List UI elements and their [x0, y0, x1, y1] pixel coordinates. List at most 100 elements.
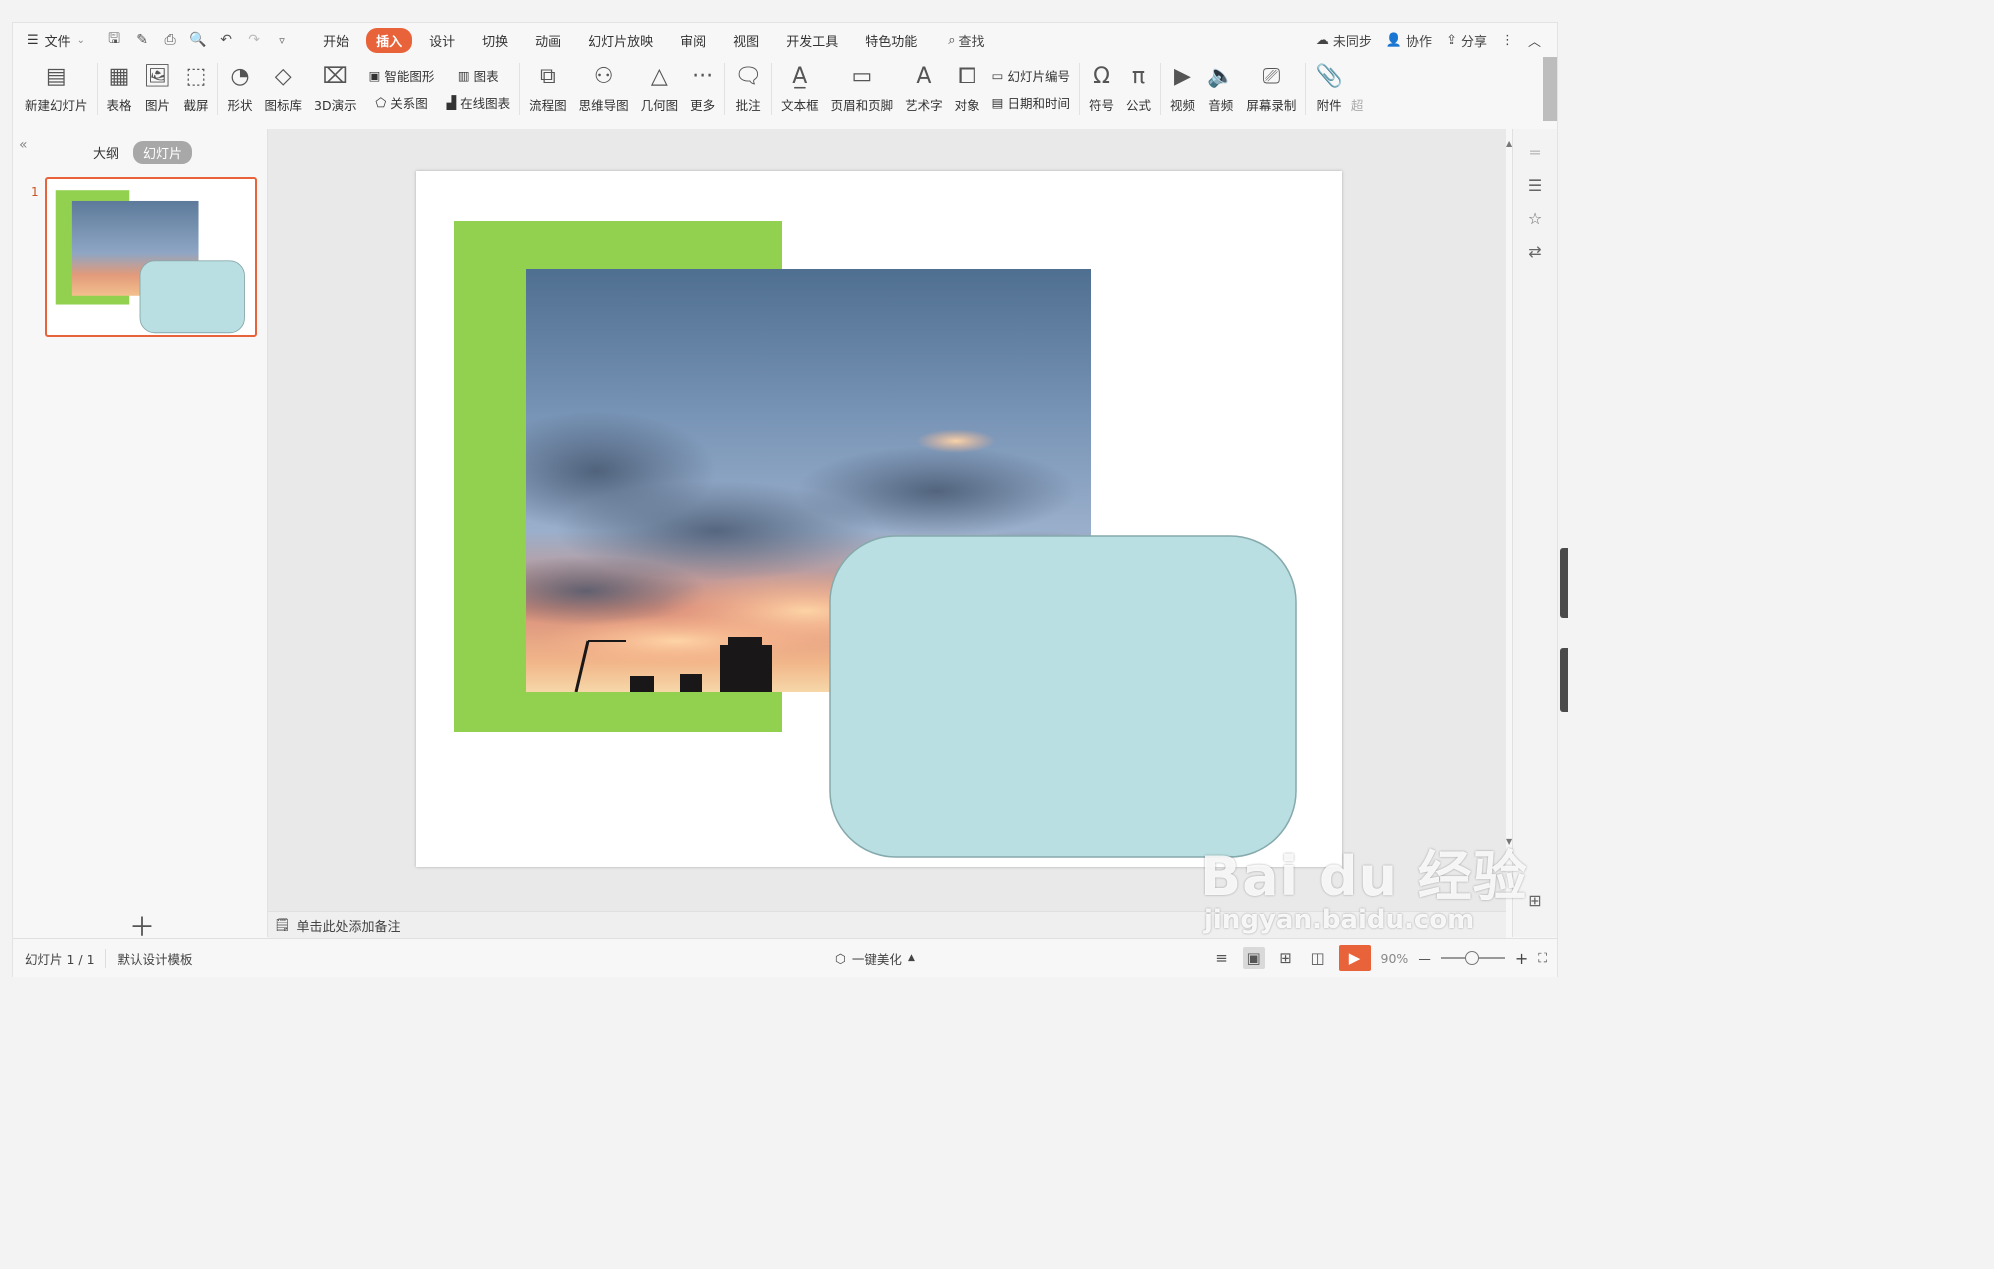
speaker-icon: 🔈: [1207, 63, 1235, 89]
collapse-panel-icon[interactable]: «: [19, 137, 28, 153]
tab-transitions[interactable]: 切换: [472, 28, 518, 53]
smart-shape-button[interactable]: ▣ 智能图形: [369, 66, 435, 85]
chart-button[interactable]: ▥ 图表: [458, 66, 499, 85]
slide-thumbnail[interactable]: [45, 177, 257, 337]
zoom-out-icon[interactable]: —: [1418, 951, 1431, 966]
save-icon[interactable]: 🖫: [103, 28, 125, 52]
picture-button[interactable]: 🖼 图片: [138, 57, 178, 121]
video-button[interactable]: ▶ 视频: [1164, 57, 1201, 121]
slide-number-button[interactable]: ▭ 幻灯片编号: [992, 66, 1070, 85]
header-footer-button[interactable]: ▭ 页眉和页脚: [825, 57, 900, 121]
zoom-in-icon[interactable]: +: [1515, 949, 1528, 968]
picture-label: 图片: [144, 98, 170, 113]
tab-slideshow[interactable]: 幻灯片放映: [578, 28, 663, 53]
share-button[interactable]: ⇪ 分享: [1446, 31, 1487, 50]
print-icon[interactable]: ⎙: [159, 32, 181, 48]
online-chart-icon: ▟: [446, 95, 457, 110]
header-footer-label: 页眉和页脚: [830, 98, 894, 113]
notes-icon: 🗒: [274, 917, 291, 933]
shape-button[interactable]: ◔ 形状: [221, 57, 258, 121]
play-slideshow-button[interactable]: ▶: [1338, 945, 1371, 971]
tab-animations[interactable]: 动画: [525, 28, 571, 53]
collaborate-button[interactable]: 👤 协作: [1386, 31, 1432, 50]
customize-toolbar-icon[interactable]: ▿: [271, 34, 293, 47]
tab-slides[interactable]: 幻灯片: [133, 141, 193, 164]
reading-view-icon[interactable]: ◫: [1307, 947, 1329, 969]
tab-view[interactable]: 视图: [723, 28, 769, 53]
ribbon-divider: [724, 63, 726, 115]
zoom-level[interactable]: 90%: [1381, 951, 1409, 966]
3d-demo-button[interactable]: ⌧ 3D演示: [308, 57, 363, 121]
header-footer-icon: ▭: [851, 63, 873, 89]
flowchart-button[interactable]: ⧉ 流程图: [523, 57, 573, 121]
undo-icon[interactable]: ↶: [215, 32, 237, 48]
tab-design[interactable]: 设计: [419, 28, 465, 53]
notes-placeholder: 单击此处添加备注: [296, 919, 401, 935]
screen-record-button[interactable]: ⎚ 屏幕录制: [1240, 57, 1302, 121]
table-button[interactable]: ▦ 表格: [101, 57, 138, 121]
tab-insert[interactable]: 插入: [366, 27, 413, 53]
print-preview-icon[interactable]: 🔍: [187, 32, 209, 48]
symbol-button[interactable]: Ω 符号: [1083, 57, 1120, 121]
overflow-button[interactable]: 超: [1349, 57, 1366, 121]
sync-label: 未同步: [1332, 34, 1372, 50]
search-button[interactable]: ⌕ 查找: [948, 31, 984, 50]
more-options-icon[interactable]: ⋮: [1501, 33, 1514, 48]
tab-special-features[interactable]: 特色功能: [855, 28, 927, 53]
status-bar-right: ≡ ▣ ⊞ ◫ ▶ 90% — + ⛶: [1211, 939, 1547, 977]
search-label: 查找: [958, 34, 985, 50]
new-slide-button[interactable]: ▤ 新建幻灯片: [19, 57, 94, 121]
formula-button[interactable]: π 公式: [1120, 57, 1157, 121]
star-icon[interactable]: ☆: [1513, 209, 1557, 228]
screenshot-button[interactable]: ⬚ 截屏: [177, 57, 214, 121]
menu-bar-right: ☁ 未同步 👤 协作 ⇪ 分享 ⋮ ︿: [1316, 23, 1541, 57]
online-chart-label: 在线图表: [460, 96, 511, 111]
slide-1[interactable]: [416, 171, 1342, 867]
settings-sliders-icon[interactable]: ☰: [1513, 176, 1557, 195]
fit-window-icon[interactable]: ⛶: [1538, 950, 1547, 966]
redo-icon[interactable]: ↷: [243, 32, 265, 48]
ribbon-scroll-right[interactable]: [1543, 57, 1557, 121]
slide-sorter-icon[interactable]: ⊞: [1275, 947, 1297, 969]
notes-toggle-icon[interactable]: ≡: [1211, 947, 1233, 969]
attachment-button[interactable]: 📎 附件: [1309, 57, 1348, 121]
tab-developer[interactable]: 开发工具: [776, 28, 848, 53]
file-menu[interactable]: ☰ 文件 ⌄: [27, 31, 85, 50]
ribbon-divider: [771, 63, 773, 115]
tab-home[interactable]: 开始: [313, 28, 359, 53]
shape-label: 形状: [227, 98, 253, 113]
editing-canvas: [268, 129, 1506, 911]
design-template[interactable]: 默认设计模板: [118, 949, 193, 968]
format-painter-icon[interactable]: ✎: [131, 32, 153, 48]
normal-view-icon[interactable]: ▣: [1242, 947, 1265, 969]
tab-review[interactable]: 审阅: [670, 28, 716, 53]
3d-presentation-icon: ⌧: [322, 63, 348, 89]
right-sidebar: ═ ☰ ☆ ⇄ ⊞: [1512, 129, 1557, 937]
tab-outline[interactable]: 大纲: [93, 143, 119, 162]
datetime-button[interactable]: ▤ 日期和时间: [992, 93, 1070, 112]
more-button[interactable]: ··· 更多: [684, 57, 721, 121]
icon-library-button[interactable]: ◇ 图标库: [259, 57, 309, 121]
audio-button[interactable]: 🔈 音频: [1201, 57, 1240, 121]
online-chart-button[interactable]: ▟ 在线图表: [446, 93, 510, 112]
relation-chart-button[interactable]: ⬠ 关系图: [375, 93, 427, 112]
textbox-button[interactable]: A̲ 文本框: [775, 57, 825, 121]
symbol-label: 符号: [1088, 98, 1114, 113]
rounded-rectangle-shape[interactable]: [829, 535, 1297, 858]
comment-button[interactable]: 🗨 批注: [728, 57, 768, 121]
geometry-button[interactable]: △ 几何图: [635, 57, 685, 121]
collapse-ribbon-icon[interactable]: ︿: [1528, 31, 1541, 50]
zoom-slider[interactable]: [1440, 951, 1505, 965]
share-label: 分享: [1460, 34, 1487, 50]
beautify-button[interactable]: ⬡ 一键美化 ▲: [835, 939, 915, 977]
sync-button[interactable]: ☁ 未同步: [1316, 31, 1372, 50]
flowchart-label: 流程图: [529, 98, 567, 113]
edge-handle: [1560, 548, 1568, 618]
object-button[interactable]: ⧠ 对象: [949, 57, 986, 121]
omega-icon: Ω: [1093, 63, 1110, 89]
hamburger-icon: ☰: [27, 32, 39, 48]
table-label: 表格: [106, 98, 132, 113]
wordart-button[interactable]: A 艺术字: [899, 57, 949, 121]
transfer-icon[interactable]: ⇄: [1513, 242, 1557, 261]
mindmap-button[interactable]: ⚇ 思维导图: [573, 57, 635, 121]
